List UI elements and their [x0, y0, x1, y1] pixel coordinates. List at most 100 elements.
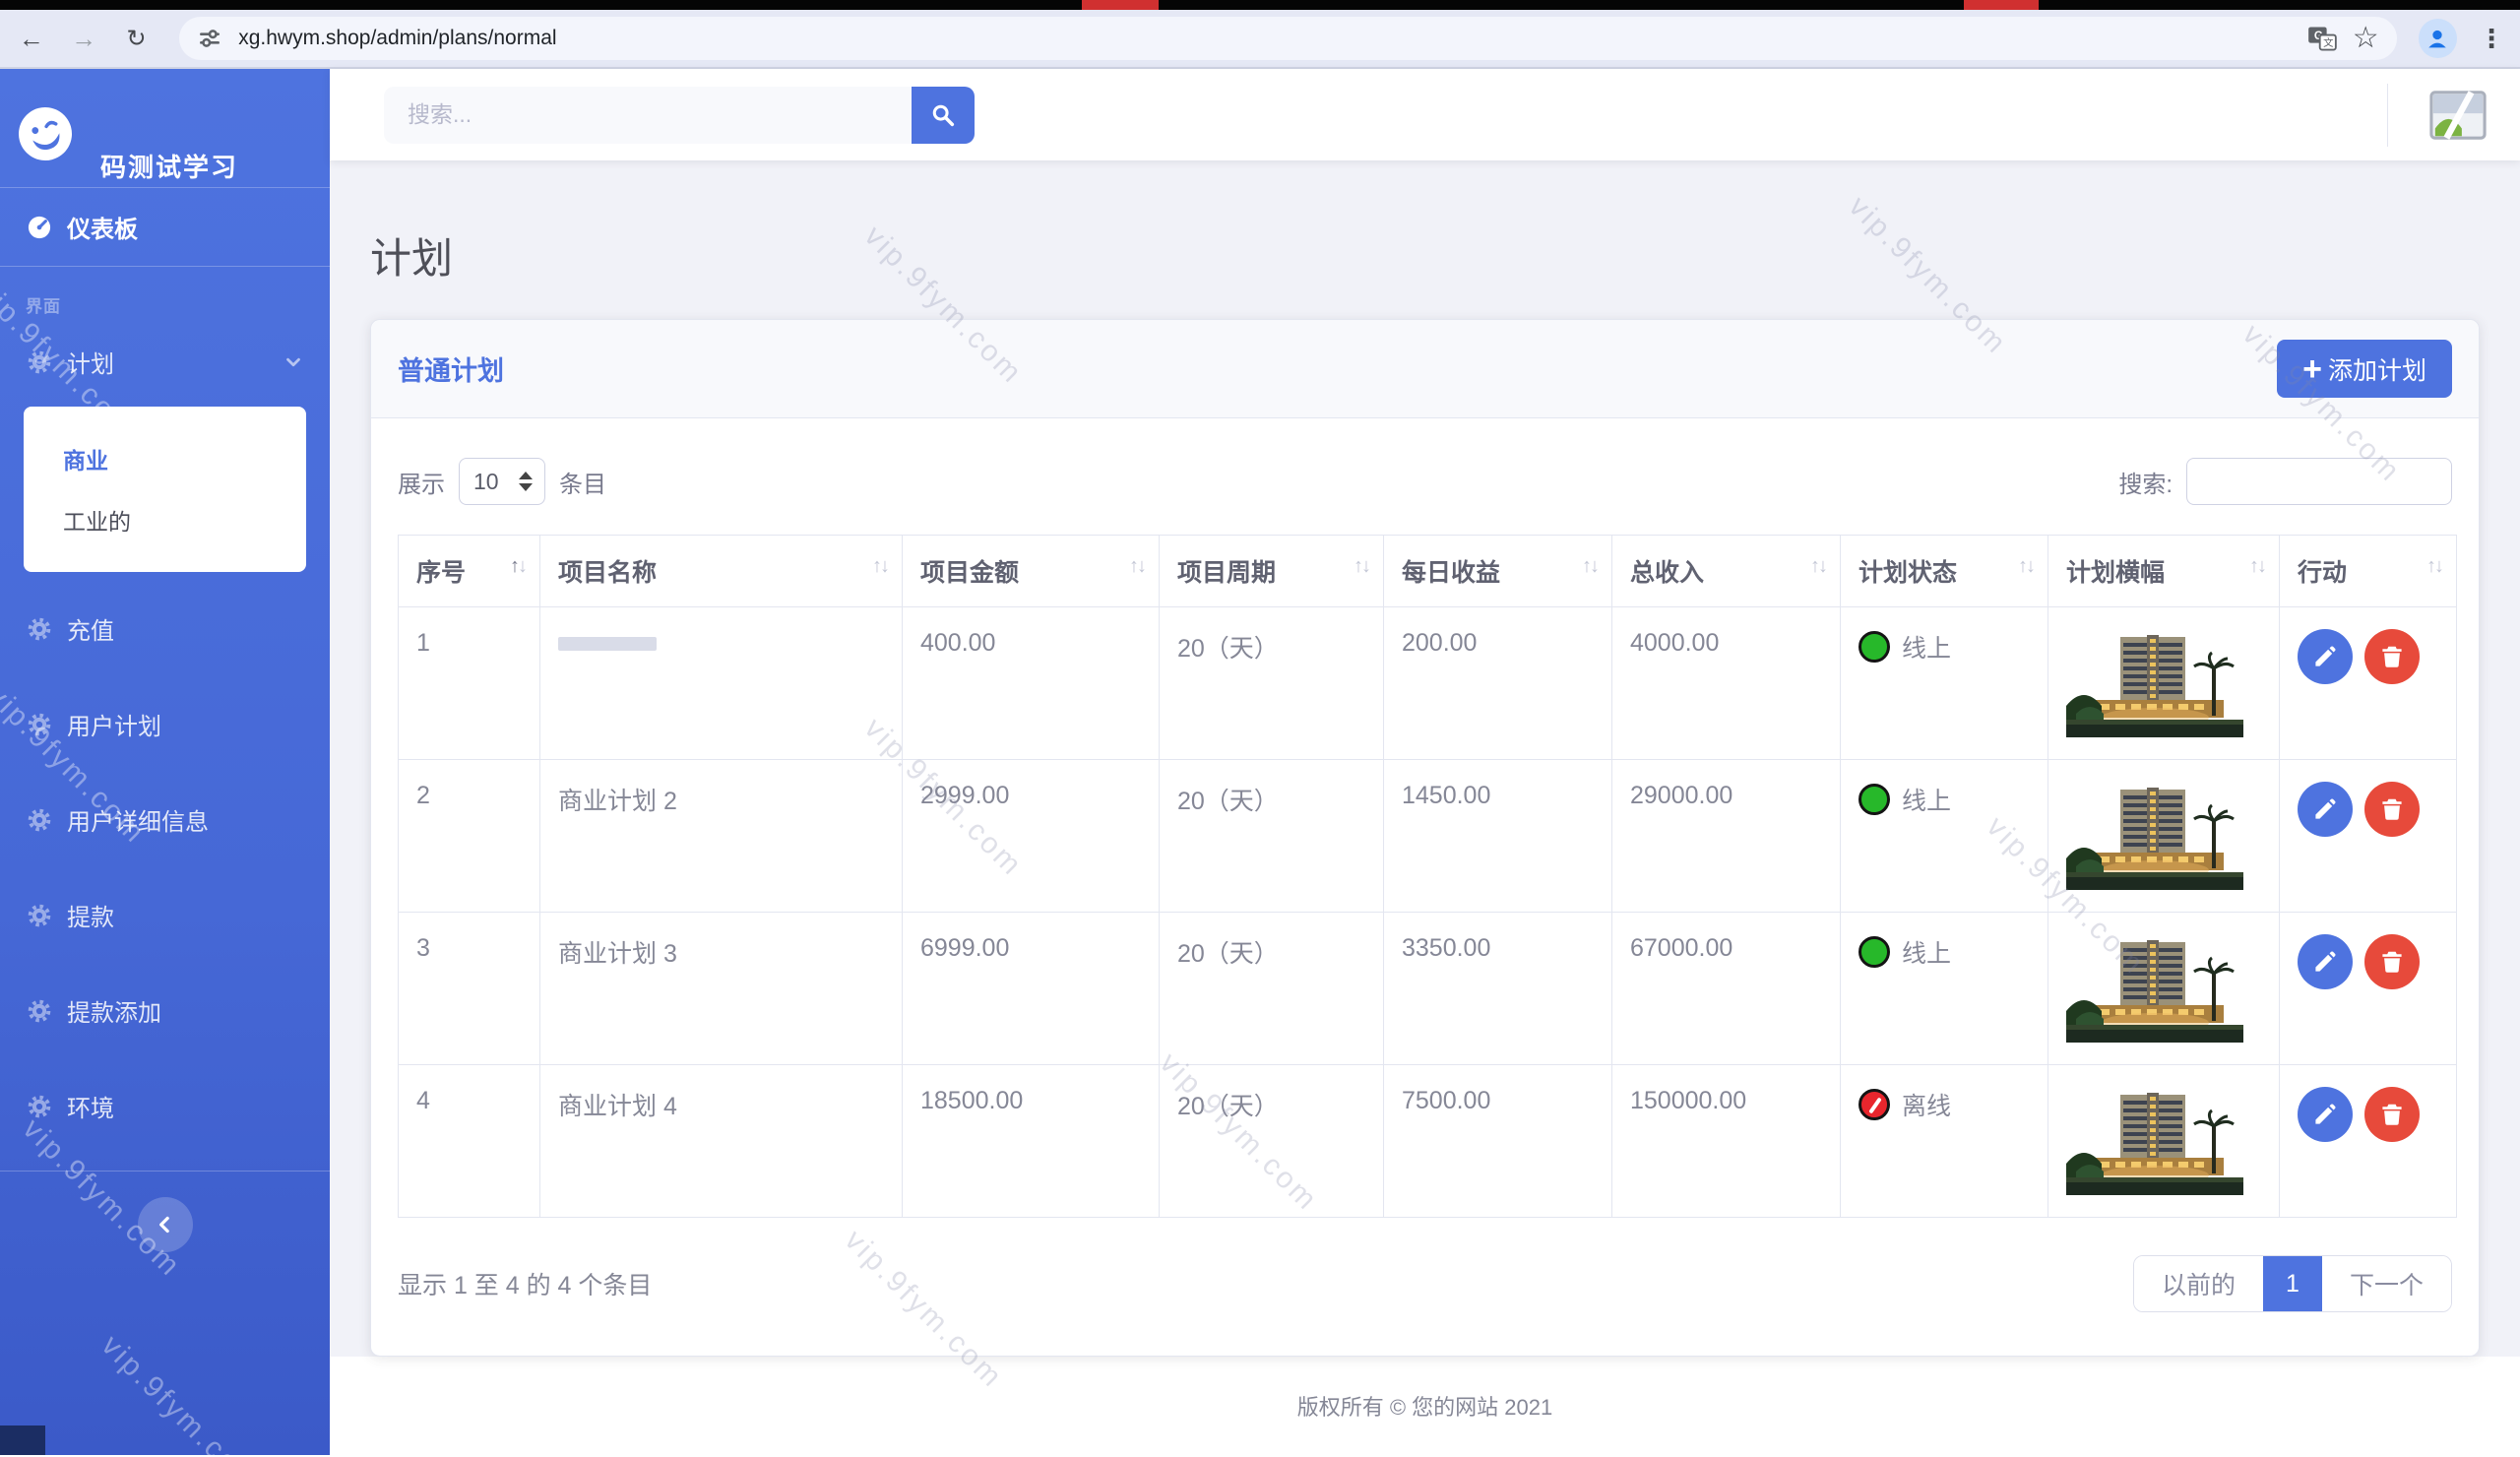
edit-button[interactable]: [2298, 934, 2353, 989]
column-header[interactable]: 总收入↑↓: [1612, 536, 1841, 607]
browser-menu-button[interactable]: ⋮: [2479, 24, 2504, 54]
cell-name: [540, 607, 903, 760]
edit-button[interactable]: [2298, 782, 2353, 837]
pencil-icon: [2313, 797, 2337, 821]
table-search-input[interactable]: [2186, 458, 2452, 505]
sidebar-item-label: 充值: [67, 611, 114, 646]
add-plan-button[interactable]: + 添加计划: [2277, 340, 2452, 398]
column-header[interactable]: 计划状态↑↓: [1841, 536, 2048, 607]
table-row: 1 400.00 20（天） 200.00 4000.00 线上: [399, 607, 2457, 760]
column-header[interactable]: 行动↑↓: [2280, 536, 2457, 607]
sort-desc-icon: ↓: [2434, 555, 2442, 577]
sidebar-item-withdraw-add[interactable]: 提款添加: [0, 972, 330, 1049]
cell-daily: 1450.00: [1384, 760, 1612, 913]
cell-status: 离线: [1841, 1065, 2048, 1218]
edit-button[interactable]: [2298, 1087, 2353, 1142]
sort-desc-icon: ↓: [1818, 555, 1826, 577]
cell-total: 150000.00: [1612, 1065, 1841, 1218]
delete-button[interactable]: [2364, 1087, 2420, 1142]
pagination: 以前的 1 下一个: [2133, 1255, 2452, 1312]
cell-daily: 3350.00: [1384, 913, 1612, 1065]
browser-forward-button[interactable]: →: [66, 24, 100, 54]
trash-icon: [2380, 797, 2404, 821]
sort-asc-icon: ↑: [2426, 555, 2434, 577]
topbar-search: [384, 87, 975, 144]
pagination-next[interactable]: 下一个: [2322, 1256, 2451, 1311]
browser-back-button[interactable]: ←: [14, 24, 48, 54]
site-info-icon[interactable]: [197, 26, 222, 51]
column-header[interactable]: 每日收益↑↓: [1384, 536, 1612, 607]
column-header[interactable]: 序号↑↓: [399, 536, 540, 607]
column-header[interactable]: 项目周期↑↓: [1160, 536, 1384, 607]
status-online-dot: [1858, 936, 1890, 968]
address-bar[interactable]: xg.hwym.shop/admin/plans/normal ☆: [179, 17, 2396, 60]
edit-button[interactable]: [2298, 629, 2353, 684]
sidebar-item-environment[interactable]: 环境: [0, 1067, 330, 1145]
top-edge-strip: [0, 0, 2520, 10]
sidebar-item-dashboard[interactable]: 仪表板: [0, 188, 330, 266]
submenu-item-industrial[interactable]: 工业的: [24, 489, 306, 550]
delete-button[interactable]: [2364, 629, 2420, 684]
cell-period: 20（天）: [1160, 913, 1384, 1065]
sidebar-item-label: 计划: [67, 345, 114, 379]
pagination-page-1[interactable]: 1: [2263, 1256, 2322, 1311]
user-avatar-broken-image-icon[interactable]: [2429, 90, 2487, 141]
column-header[interactable]: 项目名称↑↓: [540, 536, 903, 607]
cell-no: 4: [399, 1065, 540, 1218]
sort-desc-icon: ↓: [2026, 555, 2034, 577]
watermark: vip.9fym.com: [94, 1329, 266, 1455]
cell-name: 商业计划 3: [540, 913, 903, 1065]
sort-asc-icon: ↑: [2018, 555, 2026, 577]
sidebar-item-user-details[interactable]: 用户详细信息: [0, 781, 330, 858]
sort-asc-icon: ↑: [2249, 555, 2257, 577]
sidebar-item-recharge[interactable]: 充值: [0, 590, 330, 667]
card-body: 展示 10 条目 搜索:: [371, 418, 2479, 1356]
browser-profile-button[interactable]: [2419, 19, 2457, 58]
page-length-select[interactable]: 10: [459, 458, 545, 505]
submenu-item-business[interactable]: 商业: [24, 428, 306, 489]
cell-daily: 200.00: [1384, 607, 1612, 760]
bookmark-star-icon[interactable]: ☆: [2353, 24, 2379, 53]
cell-period: 20（天）: [1160, 1065, 1384, 1218]
pagination-previous[interactable]: 以前的: [2134, 1256, 2263, 1311]
cell-total: 67000.00: [1612, 913, 1841, 1065]
cell-name: 商业计划 2: [540, 760, 903, 913]
cell-actions: [2280, 1065, 2457, 1218]
sort-desc-icon: ↓: [1137, 555, 1145, 577]
delete-button[interactable]: [2364, 934, 2420, 989]
translate-icon[interactable]: [2307, 25, 2337, 52]
table-header-row: 序号↑↓ 项目名称↑↓ 项目金额↑↓ 项目周期↑↓ 每日收益↑↓ 总收入↑↓ 计…: [399, 536, 2457, 607]
status-offline-dot: [1858, 1089, 1890, 1120]
sidebar-brand[interactable]: 码测试学习: [0, 69, 330, 187]
url-text[interactable]: xg.hwym.shop/admin/plans/normal: [238, 27, 2307, 50]
sidebar: vip.9fym.com vip.9fym.com vip.9fym.com v…: [0, 69, 330, 1455]
add-plan-label: 添加计划: [2328, 351, 2426, 387]
topbar-search-button[interactable]: [912, 87, 975, 144]
trash-icon: [2380, 645, 2404, 668]
sidebar-item-withdraw[interactable]: 提款: [0, 876, 330, 954]
table-row: 4 商业计划 4 18500.00 20（天） 7500.00 150000.0…: [399, 1065, 2457, 1218]
delete-button[interactable]: [2364, 782, 2420, 837]
name-placeholder-bar: [558, 637, 657, 651]
pencil-icon: [2313, 645, 2337, 668]
cell-status: 线上: [1841, 913, 2048, 1065]
column-header[interactable]: 项目金额↑↓: [903, 536, 1160, 607]
plan-banner-image: [2066, 782, 2243, 890]
sidebar-divider: [0, 1171, 330, 1172]
length-label-after: 条目: [559, 465, 606, 499]
cell-banner: [2048, 913, 2280, 1065]
browser-reload-button[interactable]: ↻: [119, 25, 154, 53]
cell-period: 20（天）: [1160, 760, 1384, 913]
column-header[interactable]: 计划横幅↑↓: [2048, 536, 2280, 607]
gear-icon: [26, 806, 53, 834]
gear-icon: [26, 615, 53, 643]
sidebar-collapse-button[interactable]: [138, 1197, 193, 1252]
sidebar-item-plans[interactable]: 计划: [0, 323, 330, 401]
plan-banner-image: [2066, 934, 2243, 1043]
sidebar-item-user-plans[interactable]: 用户计划: [0, 685, 330, 763]
topbar-search-input[interactable]: [384, 87, 912, 144]
topbar-divider: [2387, 84, 2388, 147]
plan-banner-image: [2066, 629, 2243, 737]
copyright-text: 版权所有 © 您的网站 2021: [1297, 1390, 1553, 1422]
cell-actions: [2280, 913, 2457, 1065]
